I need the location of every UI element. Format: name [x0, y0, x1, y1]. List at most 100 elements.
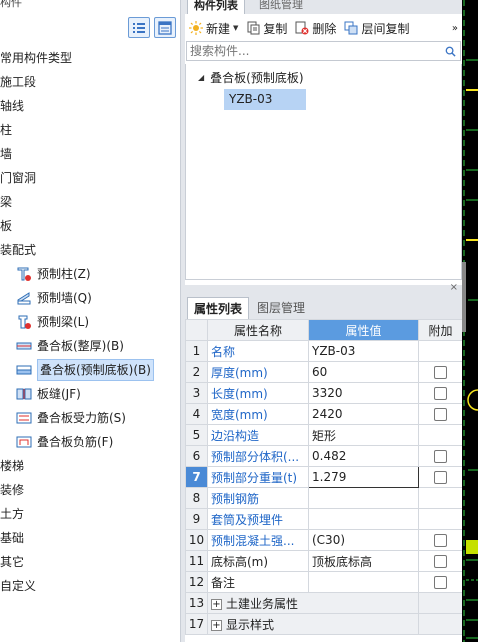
tree-item[interactable]: 叠合板(预制底板)(B) — [0, 358, 180, 382]
property-row[interactable]: 10 预制混凝土强... (C30) — [185, 529, 463, 551]
property-value[interactable]: (C30) — [308, 529, 419, 551]
property-row[interactable]: 4 宽度(mm) 2420 — [185, 403, 463, 425]
tree-item[interactable]: 轴线 — [0, 94, 180, 118]
tree-item[interactable]: 其它 — [0, 550, 180, 574]
property-name[interactable]: + 显示样式 — [207, 613, 419, 635]
tab-layer-management[interactable]: 图层管理 — [251, 297, 311, 319]
property-value[interactable] — [308, 508, 419, 530]
tree-item-label: 门窗洞 — [0, 171, 37, 185]
expand-icon[interactable]: + — [211, 598, 222, 610]
component-tree-item-selected[interactable]: YZB-03 — [224, 89, 306, 110]
tree-item[interactable]: 叠合板受力筋(S) — [0, 406, 180, 430]
property-name-text: 土建业务属性 — [226, 596, 299, 611]
property-name: 底标高(m) — [207, 550, 309, 572]
property-name-text: 名称 — [211, 344, 236, 359]
property-extra — [418, 403, 463, 425]
floor-copy-button[interactable]: 层间复制 — [340, 17, 413, 39]
expand-icon[interactable]: + — [211, 619, 222, 631]
property-value[interactable]: 2420 — [308, 403, 419, 425]
property-row[interactable]: 8 预制钢筋 — [185, 487, 463, 509]
tab-property-list[interactable]: 属性列表 — [187, 297, 250, 319]
attach-checkbox[interactable] — [434, 366, 447, 379]
tree-item[interactable]: 板 — [0, 214, 180, 238]
tree-item[interactable]: 装修 — [0, 478, 180, 502]
property-row[interactable]: 12 备注 — [185, 571, 463, 593]
property-value[interactable] — [308, 487, 419, 509]
property-value[interactable]: 3320 — [308, 382, 419, 404]
tree-item[interactable]: 板缝(JF) — [0, 382, 180, 406]
property-value[interactable] — [308, 571, 419, 593]
property-extra — [418, 529, 463, 551]
property-row[interactable]: 3 长度(mm) 3320 — [185, 382, 463, 404]
tree-item-label: 轴线 — [0, 99, 25, 113]
property-row[interactable]: 9 套筒及预埋件 — [185, 508, 463, 530]
property-group-row[interactable]: 13 + 土建业务属性 — [185, 592, 463, 614]
component-tree-parent[interactable]: ◢ 叠合板(预制底板) — [198, 68, 304, 86]
tree-item[interactable]: 楼梯 — [0, 454, 180, 478]
property-row[interactable]: 6 预制部分体积(... 0.482 — [185, 445, 463, 467]
property-row[interactable]: 11 底标高(m) 顶板底标高 — [185, 550, 463, 572]
drawing-canvas[interactable] — [462, 0, 478, 642]
property-name: 预制钢筋 — [207, 487, 309, 509]
tree-item-label: 常用构件类型 — [0, 51, 73, 65]
tree-item[interactable]: 墙 — [0, 142, 180, 166]
delete-button[interactable]: 删除 — [291, 17, 340, 39]
property-name-text: 边沿构造 — [211, 428, 260, 443]
properties-titlebar: × — [185, 282, 462, 297]
new-dropdown-icon[interactable]: ▼ — [233, 24, 238, 32]
attach-checkbox[interactable] — [434, 387, 447, 400]
tree-item[interactable]: 预制柱(Z) — [0, 262, 180, 286]
delete-icon — [295, 21, 309, 35]
property-value[interactable]: 矩形 — [308, 424, 419, 446]
slab-negative-rebar-icon — [16, 434, 32, 450]
property-row[interactable]: 2 厚度(mm) 60 — [185, 361, 463, 383]
search-icon[interactable] — [442, 43, 458, 59]
tree-item[interactable]: 门窗洞 — [0, 166, 180, 190]
collapse-arrow-icon[interactable]: ◢ — [198, 73, 204, 82]
detail-view-button[interactable] — [154, 17, 176, 38]
tree-item[interactable]: 基础 — [0, 526, 180, 550]
copy-icon — [247, 21, 260, 35]
row-number: 7 — [185, 466, 208, 488]
attach-checkbox[interactable] — [434, 408, 447, 421]
property-row[interactable]: 1 名称 YZB-03 — [185, 340, 463, 362]
tree-item[interactable]: 自定义 — [0, 574, 180, 598]
tree-item-label: 梁 — [0, 195, 13, 209]
new-button[interactable]: 新建 ▼ — [185, 17, 242, 39]
tree-item[interactable]: 梁 — [0, 190, 180, 214]
property-group-row[interactable]: 17 + 显示样式 — [185, 613, 463, 635]
row-number: 17 — [185, 613, 208, 635]
list-view-button[interactable] — [128, 17, 150, 38]
property-value[interactable]: 60 — [308, 361, 419, 383]
tree-item[interactable]: 预制梁(L) — [0, 310, 180, 334]
property-extra — [418, 382, 463, 404]
copy-button[interactable]: 复制 — [242, 17, 291, 39]
property-name[interactable]: + 土建业务属性 — [207, 592, 419, 614]
tab-drawing-management[interactable]: 图纸管理 — [253, 0, 309, 14]
tree-item[interactable]: 叠合板负筋(F) — [0, 430, 180, 454]
tree-item[interactable]: 常用构件类型 — [0, 46, 180, 70]
property-value[interactable]: YZB-03 — [308, 340, 419, 362]
tree-item[interactable]: 施工段 — [0, 70, 180, 94]
property-value[interactable]: 0.482 — [308, 445, 419, 467]
property-row[interactable]: 5 边沿构造 矩形 — [185, 424, 463, 446]
property-value[interactable]: 1.279 — [308, 466, 419, 488]
tab-component-list[interactable]: 构件列表 — [187, 0, 245, 14]
component-search-input[interactable] — [190, 42, 442, 60]
tree-item[interactable]: 土方 — [0, 502, 180, 526]
attach-checkbox[interactable] — [434, 471, 447, 484]
row-number: 10 — [185, 529, 208, 551]
attach-checkbox[interactable] — [434, 450, 447, 463]
tree-item[interactable]: 预制墙(Q) — [0, 286, 180, 310]
attach-checkbox[interactable] — [434, 534, 447, 547]
attach-checkbox[interactable] — [434, 555, 447, 568]
tree-item[interactable]: 装配式 — [0, 238, 180, 262]
tree-item[interactable]: 叠合板(整厚)(B) — [0, 334, 180, 358]
attach-checkbox[interactable] — [434, 576, 447, 589]
close-icon[interactable]: × — [450, 282, 458, 293]
property-row[interactable]: 7 预制部分重量(t) 1.279 — [185, 466, 463, 488]
tree-item[interactable]: 柱 — [0, 118, 180, 142]
toolbar-overflow-button[interactable]: » — [448, 17, 462, 39]
delete-label: 删除 — [312, 21, 337, 36]
property-value[interactable]: 顶板底标高 — [308, 550, 419, 572]
